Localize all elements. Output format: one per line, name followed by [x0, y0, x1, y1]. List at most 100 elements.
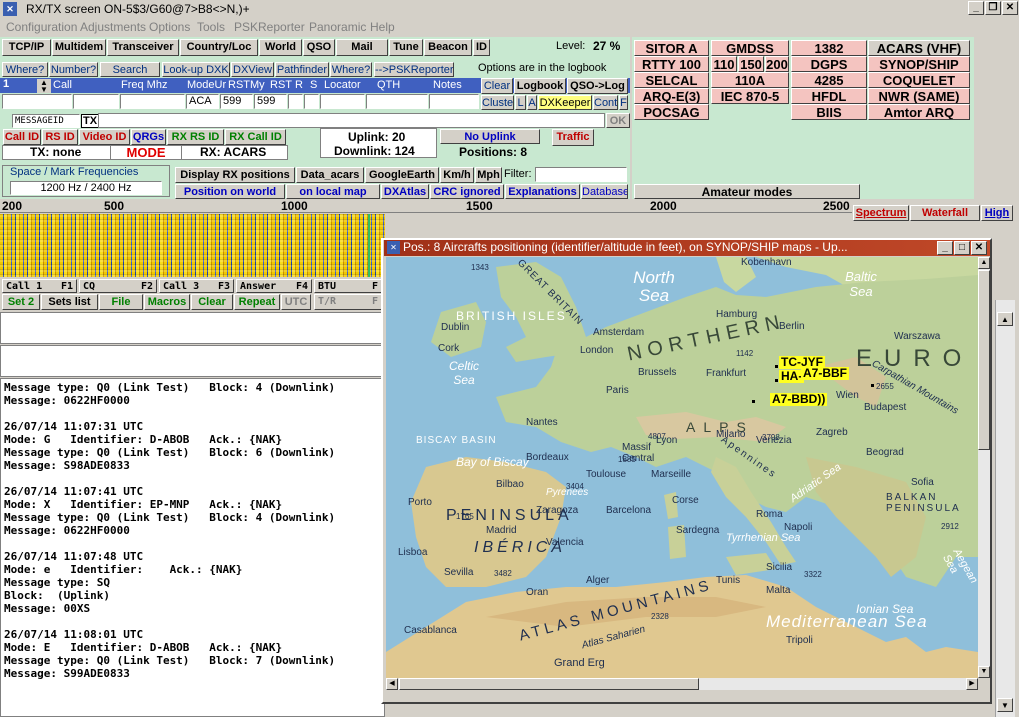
no-uplink-button[interactable]: No Uplink — [440, 129, 540, 144]
macro-call1[interactable]: Call 1 F1 — [2, 279, 77, 293]
mode-acars-vhf[interactable]: ACARS (VHF) — [868, 40, 970, 56]
mode-pocsag[interactable]: POCSAG — [634, 104, 709, 120]
number-button[interactable]: Number? — [49, 62, 98, 77]
high-button[interactable]: High — [981, 205, 1013, 221]
id-button[interactable]: ID — [473, 39, 490, 56]
dxatlas-button[interactable]: DXAtlas — [381, 184, 429, 199]
cont-button[interactable]: Cont — [593, 95, 618, 110]
map-hscroll-left[interactable]: ◀ — [386, 678, 398, 690]
mode-selcal[interactable]: SELCAL — [634, 72, 709, 88]
traffic-button[interactable]: Traffic — [552, 129, 594, 146]
mail-button[interactable]: Mail — [336, 39, 388, 56]
aircraft-label-a7bbd[interactable]: A7-BBD)) — [770, 393, 828, 406]
rst-field[interactable]: 599 — [220, 94, 253, 109]
call2-field[interactable] — [73, 94, 119, 109]
rx-rs-id-button[interactable]: RX RS ID — [167, 129, 224, 145]
menu-options[interactable]: Options — [149, 20, 190, 34]
qrgs-button[interactable]: QRGs — [131, 129, 166, 145]
restore-button[interactable]: ❐ — [985, 1, 1001, 15]
kmh-button[interactable]: Km/h — [440, 167, 474, 183]
mode-hfdl[interactable]: HFDL — [791, 88, 867, 104]
qso-button[interactable]: QSO — [303, 39, 335, 56]
menu-pskreporter[interactable]: PSKReporter — [234, 20, 305, 34]
tx-edit-area[interactable] — [0, 312, 385, 344]
map-vscroll-thumb[interactable] — [978, 270, 990, 450]
mode-iec870[interactable]: IEC 870-5 — [711, 88, 789, 104]
freq-field[interactable] — [120, 94, 185, 109]
messageid-field[interactable]: MESSAGEID — [12, 114, 80, 128]
call-id-button[interactable]: Call ID — [3, 129, 41, 145]
amateur-modes-button[interactable]: Amateur modes — [634, 184, 860, 199]
pathfinder-button[interactable]: Pathfinder — [275, 62, 329, 77]
tx-text-field[interactable] — [98, 113, 605, 128]
mode-arq-e3[interactable]: ARQ-E(3) — [634, 88, 709, 104]
tr-button[interactable]: T/R F — [314, 294, 382, 310]
map-hscroll-right[interactable]: ▶ — [966, 678, 978, 690]
qth-field[interactable] — [366, 94, 428, 109]
map-vscroll-down[interactable]: ▼ — [978, 666, 990, 678]
mode-field[interactable]: ACA — [186, 94, 219, 109]
rx-edit-area[interactable] — [0, 345, 385, 377]
local-map-button[interactable]: on local map — [286, 184, 380, 199]
r-field[interactable] — [288, 94, 303, 109]
world-button[interactable]: World — [259, 39, 302, 56]
call-field[interactable] — [2, 94, 72, 109]
log-spin[interactable]: ▲ ▼ — [37, 79, 51, 94]
tuning-marker[interactable] — [368, 214, 370, 277]
position-on-world-button[interactable]: Position on world — [175, 184, 285, 199]
mode-150[interactable]: 150 — [738, 56, 764, 72]
explanations-button[interactable]: Explanations — [505, 184, 580, 199]
macros-button[interactable]: Macros — [144, 294, 190, 310]
mode-110[interactable]: 110 — [711, 56, 737, 72]
menu-tools[interactable]: Tools — [197, 20, 225, 34]
notes-field[interactable] — [429, 94, 479, 109]
mode-200[interactable]: 200 — [765, 56, 789, 72]
crc-ignored-button[interactable]: CRC ignored — [430, 184, 504, 199]
transceiver-button[interactable]: Transceiver — [107, 39, 179, 56]
sets-list-button[interactable]: Sets list — [41, 294, 98, 310]
qso-log-button[interactable]: QSO->Log — [567, 78, 628, 94]
right-scroll-down[interactable]: ▼ — [997, 698, 1013, 712]
mode-gmdss[interactable]: GMDSS — [711, 40, 789, 56]
rx-call-id-button[interactable]: RX Call ID — [225, 129, 286, 145]
beacon-button[interactable]: Beacon — [424, 39, 472, 56]
ok-button[interactable]: OK — [606, 113, 630, 128]
mode-rtty100[interactable]: RTTY 100 — [634, 56, 709, 72]
filter-field[interactable] — [535, 167, 627, 182]
country-button[interactable]: Country/Loc — [180, 39, 258, 56]
spectrum-button[interactable]: Spectrum — [853, 205, 909, 221]
tcpip-button[interactable]: TCP/IP — [2, 39, 51, 56]
map-hscroll-thumb[interactable] — [399, 678, 699, 690]
map-viewport[interactable] — [386, 257, 978, 678]
s-field[interactable] — [304, 94, 319, 109]
menu-adjustments[interactable]: Adjustments — [80, 20, 146, 34]
menu-panoramic[interactable]: Panoramic — [309, 20, 366, 34]
clear-log-button[interactable]: Clear — [481, 78, 513, 94]
cluster-button[interactable]: Cluster — [481, 95, 514, 110]
right-scrollbar[interactable] — [995, 300, 1015, 717]
map-maximize-button[interactable]: □ — [954, 241, 970, 255]
file-button[interactable]: File — [99, 294, 143, 310]
googleearth-button[interactable]: GoogleEarth — [365, 167, 439, 183]
a-button[interactable]: A — [527, 95, 537, 110]
where2-button[interactable]: Where? — [330, 62, 372, 77]
l-button[interactable]: L — [515, 95, 526, 110]
display-rx-positions-button[interactable]: Display RX positions — [175, 167, 295, 183]
f-button[interactable]: F — [619, 95, 628, 110]
dxkeeper-button[interactable]: DXKeeper — [538, 95, 592, 110]
menu-configuration[interactable]: Configuration — [6, 20, 77, 34]
data-acars-button[interactable]: Data_acars — [296, 167, 364, 183]
mode-110a[interactable]: 110A — [711, 72, 789, 88]
where-button[interactable]: Where? — [2, 62, 48, 77]
repeat-button[interactable]: Repeat — [234, 294, 280, 310]
set2-button[interactable]: Set 2 — [2, 294, 40, 310]
mode-synop-ship[interactable]: SYNOP/SHIP — [868, 56, 970, 72]
video-id-button[interactable]: Video ID — [79, 129, 130, 145]
mph-button[interactable]: Mph — [475, 167, 502, 183]
right-scroll-up[interactable]: ▲ — [997, 312, 1013, 326]
multidem-button[interactable]: Multidem — [52, 39, 106, 56]
menu-help[interactable]: Help — [370, 20, 395, 34]
mode-amtor-arq[interactable]: Amtor ARQ — [868, 104, 970, 120]
mode-sitor-a[interactable]: SITOR A — [634, 40, 709, 56]
close-button[interactable]: ✕ — [1002, 1, 1018, 15]
